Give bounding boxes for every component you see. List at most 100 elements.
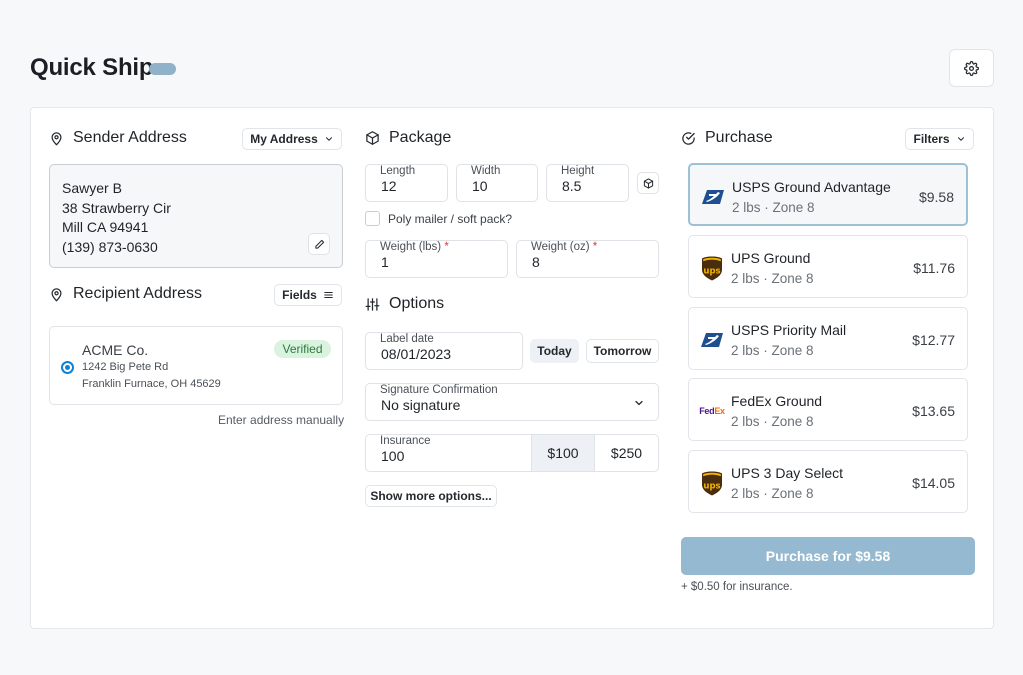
usps-eagle-icon bbox=[699, 328, 725, 352]
rate-option[interactable]: Fed Ex FedEx Ground 2 lbs · Zone 8 $13.65 bbox=[688, 378, 968, 441]
my-address-label: My Address bbox=[250, 132, 318, 146]
weight-oz-input[interactable]: Weight (oz) * 8 bbox=[516, 240, 659, 278]
width-input[interactable]: Width 10 bbox=[456, 164, 538, 202]
options-section-header: Options bbox=[365, 295, 444, 313]
package-presets-button[interactable] bbox=[637, 172, 659, 194]
rate-price: $14.05 bbox=[912, 475, 955, 491]
check-circle-icon bbox=[682, 131, 695, 145]
insurance-label: Insurance bbox=[380, 435, 431, 447]
signature-value: No signature bbox=[381, 397, 461, 413]
edit-sender-button[interactable] bbox=[308, 233, 330, 255]
package-title: Package bbox=[389, 129, 452, 146]
recipient-radio[interactable] bbox=[61, 361, 74, 374]
rate-option[interactable]: USPS Ground Advantage 2 lbs · Zone 8 $9.… bbox=[688, 163, 968, 226]
map-pin-icon bbox=[51, 287, 62, 301]
show-more-options-button[interactable]: Show more options... bbox=[365, 485, 497, 507]
page-title: Quick Ship bbox=[30, 54, 154, 81]
recipient-section-header: Recipient Address bbox=[49, 285, 202, 303]
signature-label: Signature Confirmation bbox=[380, 384, 498, 396]
poly-mailer-checkbox[interactable] bbox=[365, 211, 380, 226]
width-value: 10 bbox=[472, 178, 488, 194]
rate-carrier: FedEx Ground bbox=[731, 393, 823, 409]
height-value: 8.5 bbox=[562, 178, 582, 194]
menu-lines-icon bbox=[324, 291, 333, 299]
chevron-down-icon bbox=[325, 137, 332, 141]
map-pin-icon bbox=[51, 131, 62, 145]
rate-detail: 2 lbs · Zone 8 bbox=[731, 414, 814, 429]
label-date-input[interactable]: Label date 08/01/2023 bbox=[365, 332, 523, 370]
rate-option[interactable]: USPS Priority Mail 2 lbs · Zone 8 $12.77 bbox=[688, 307, 968, 370]
my-address-select[interactable]: My Address bbox=[242, 128, 342, 150]
rate-carrier: USPS Ground Advantage bbox=[732, 179, 891, 195]
purchase-section-header: Purchase bbox=[681, 129, 773, 147]
sender-line: Mill CA 94941 bbox=[62, 219, 149, 235]
weight-oz-value: 8 bbox=[532, 254, 540, 270]
weight-lbs-label: Weight (lbs) * bbox=[380, 241, 449, 253]
length-input[interactable]: Length 12 bbox=[365, 164, 448, 202]
recipient-street: 1242 Big Pete Rd bbox=[82, 361, 169, 373]
rate-carrier: USPS Priority Mail bbox=[731, 322, 847, 338]
package-box-icon bbox=[366, 131, 379, 145]
sliders-icon bbox=[365, 297, 380, 311]
label-date-label: Label date bbox=[380, 333, 434, 345]
today-button[interactable]: Today bbox=[530, 339, 579, 363]
usps-eagle-icon bbox=[700, 185, 726, 209]
verified-badge: Verified bbox=[274, 340, 331, 358]
recipient-name: ACME Co. bbox=[82, 342, 149, 358]
rate-option[interactable]: ups UPS Ground 2 lbs · Zone 8 $11.76 bbox=[688, 235, 968, 298]
insurance-input-group: Insurance 100 $100 $250 bbox=[365, 434, 659, 472]
insurance-100-option[interactable]: $100 bbox=[531, 435, 594, 471]
sender-address-box: Sawyer B 38 Strawberry Cir Mill CA 94941… bbox=[49, 164, 343, 268]
purchase-button[interactable]: Purchase for $9.58 bbox=[681, 537, 975, 575]
fields-label: Fields bbox=[282, 288, 317, 302]
sender-line: Sawyer B bbox=[62, 180, 122, 196]
required-mark: * bbox=[444, 241, 449, 253]
rate-price: $11.76 bbox=[913, 260, 955, 276]
chevron-down-icon bbox=[957, 137, 964, 141]
sender-line: (139) 873-0630 bbox=[62, 238, 158, 255]
options-title: Options bbox=[389, 295, 445, 312]
sender-title: Sender Address bbox=[73, 129, 187, 146]
package-box-icon bbox=[643, 177, 653, 189]
settings-button[interactable] bbox=[949, 49, 994, 87]
enter-address-manually-link[interactable]: Enter address manually bbox=[218, 413, 344, 427]
insurance-250-option[interactable]: $250 bbox=[594, 435, 658, 471]
svg-text:ups: ups bbox=[703, 266, 720, 276]
sender-section-header: Sender Address bbox=[49, 129, 187, 147]
fedex-logo-ex: Ex bbox=[714, 406, 725, 416]
length-value: 12 bbox=[381, 178, 397, 194]
gear-icon bbox=[964, 60, 979, 76]
svg-text:ups: ups bbox=[703, 481, 720, 491]
filters-label: Filters bbox=[913, 132, 950, 146]
insurance-value[interactable]: 100 bbox=[381, 448, 404, 464]
chevron-down-icon bbox=[635, 400, 643, 406]
label-date-value: 08/01/2023 bbox=[381, 346, 452, 362]
rate-price: $13.65 bbox=[912, 403, 955, 419]
fields-button[interactable]: Fields bbox=[274, 284, 342, 306]
package-section-header: Package bbox=[365, 129, 451, 147]
weight-lbs-value: 1 bbox=[381, 254, 389, 270]
recipient-title: Recipient Address bbox=[73, 285, 202, 302]
recipient-address-option[interactable]: ACME Co. 1242 Big Pete Rd Franklin Furna… bbox=[49, 326, 343, 405]
weight-oz-label-text: Weight (oz) bbox=[531, 241, 590, 253]
rate-price: $12.77 bbox=[912, 332, 955, 348]
insurance-note: + $0.50 for insurance. bbox=[681, 581, 793, 593]
ups-shield-icon: ups bbox=[699, 471, 725, 495]
rate-price: $9.58 bbox=[918, 189, 954, 205]
ups-shield-icon: ups bbox=[699, 256, 725, 280]
rate-detail: 2 lbs · Zone 8 bbox=[731, 271, 814, 286]
purchase-title: Purchase bbox=[705, 129, 773, 146]
filters-button[interactable]: Filters bbox=[905, 128, 974, 150]
recipient-city: Franklin Furnace, OH 45629 bbox=[82, 378, 221, 390]
tomorrow-button[interactable]: Tomorrow bbox=[586, 339, 659, 363]
height-input[interactable]: Height 8.5 bbox=[546, 164, 629, 202]
weight-lbs-label-text: Weight (lbs) bbox=[380, 241, 442, 253]
fedex-logo-fed: Fed bbox=[699, 406, 715, 416]
rate-detail: 2 lbs · Zone 8 bbox=[732, 200, 815, 215]
weight-oz-label: Weight (oz) * bbox=[531, 241, 597, 253]
signature-select[interactable]: Signature Confirmation No signature bbox=[365, 383, 659, 421]
rate-option[interactable]: ups UPS 3 Day Select 2 lbs · Zone 8 $14.… bbox=[688, 450, 968, 513]
rate-carrier: UPS 3 Day Select bbox=[731, 465, 844, 481]
sender-line: 38 Strawberry Cir bbox=[62, 199, 171, 216]
weight-lbs-input[interactable]: Weight (lbs) * 1 bbox=[365, 240, 508, 278]
